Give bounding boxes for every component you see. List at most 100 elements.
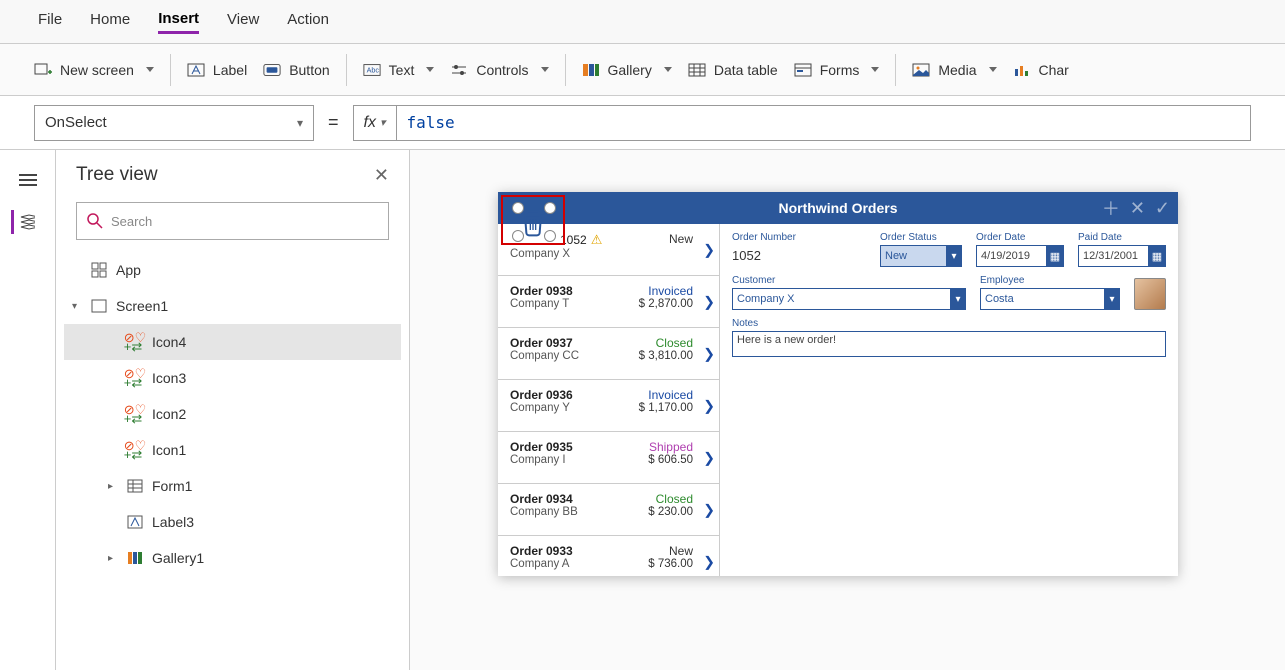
canvas-area[interactable]: Northwind Orders ＋ ✕ ✓ 1052⚠NewCompany X… <box>410 150 1285 670</box>
app-icon <box>90 261 108 279</box>
order-number: Order 0937 <box>510 336 573 350</box>
app-preview: Northwind Orders ＋ ✕ ✓ 1052⚠NewCompany X… <box>498 192 1178 576</box>
order-detail-form: Order Number 1052 Order Status New ▾ Ord… <box>720 224 1178 576</box>
order-date-input[interactable]: 4/19/2019 ▦ <box>976 245 1064 267</box>
order-number: Order 0938 <box>510 284 573 298</box>
ribbon-charts-button[interactable]: Char <box>1013 61 1069 79</box>
expand-icon[interactable]: ▸ <box>108 481 118 492</box>
label-icon <box>187 61 205 79</box>
hamburger-icon[interactable] <box>16 168 40 192</box>
chevron-right-icon[interactable]: ❯ <box>703 553 715 570</box>
tv-node-label: Icon4 <box>152 334 186 350</box>
ribbon-label-text: Label <box>213 62 247 78</box>
menu-home[interactable]: Home <box>90 11 130 32</box>
tv-node-label: Icon1 <box>152 442 186 458</box>
search-placeholder: Search <box>111 214 152 229</box>
tv-node-label: Label3 <box>152 514 194 530</box>
charts-icon <box>1013 61 1031 79</box>
ribbon-datatable-button[interactable]: Data table <box>688 61 778 79</box>
treeview-tab-icon[interactable] <box>11 210 35 234</box>
chevron-right-icon[interactable]: ❯ <box>703 501 715 518</box>
controls-icon <box>450 61 468 79</box>
order-company: Company A <box>510 558 569 570</box>
text-icon: Abc <box>363 61 381 79</box>
tv-node-form1[interactable]: ▸Form1 <box>64 468 401 504</box>
customer-dropdown[interactable]: Company X ▾ <box>732 288 966 310</box>
table-icon <box>688 61 706 79</box>
paid-date-value: 12/31/2001 <box>1083 250 1138 262</box>
confirm-icon[interactable]: ✓ <box>1155 198 1170 219</box>
left-rail <box>0 150 56 670</box>
ribbon-text-button[interactable]: Abc Text <box>363 61 435 79</box>
order-company: Company Y <box>510 402 570 414</box>
notes-input[interactable]: Here is a new order! <box>732 331 1166 357</box>
tv-node-icon4[interactable]: ⊘♡+⇄Icon4 <box>64 324 401 360</box>
order-date-value: 4/19/2019 <box>981 250 1030 262</box>
close-icon[interactable]: ✕ <box>374 165 389 186</box>
warning-icon: ⚠ <box>591 232 603 247</box>
chevron-down-icon: ▾ <box>950 288 966 310</box>
chevron-right-icon[interactable]: ❯ <box>703 449 715 466</box>
chevron-right-icon[interactable]: ❯ <box>703 241 715 258</box>
order-number: Order 0934 <box>510 492 573 506</box>
ribbon-forms-button[interactable]: Forms <box>794 61 880 79</box>
tv-node-screen1[interactable]: ▾ Screen1 <box>64 288 401 324</box>
order-status-dropdown[interactable]: New ▾ <box>880 245 962 267</box>
order-status: Invoiced <box>648 284 707 298</box>
cancel-icon[interactable]: ✕ <box>1130 198 1145 219</box>
order-price: $ 736.00 <box>648 558 707 570</box>
property-dropdown[interactable]: OnSelect ▾ <box>34 105 314 141</box>
formula-input[interactable]: false <box>396 105 1252 141</box>
tv-node-gallery1[interactable]: ▸Gallery1 <box>64 540 401 576</box>
order-list[interactable]: 1052⚠NewCompany X❯Order 0938InvoicedComp… <box>498 224 720 576</box>
ribbon-forms-label: Forms <box>820 62 860 78</box>
ribbon-controls-button[interactable]: Controls <box>450 61 548 79</box>
order-company: Company BB <box>510 506 578 518</box>
chevron-right-icon[interactable]: ❯ <box>703 293 715 310</box>
ribbon-text-label: Text <box>389 62 415 78</box>
treeview-search[interactable]: Search <box>76 202 389 240</box>
order-list-item[interactable]: Order 0935ShippedCompany I$ 606.50❯ <box>498 432 719 484</box>
order-price: $ 230.00 <box>648 506 707 518</box>
employee-dropdown[interactable]: Costa ▾ <box>980 288 1120 310</box>
lbl-ordernumber: Order Number <box>732 232 866 243</box>
chevron-right-icon[interactable]: ❯ <box>703 345 715 362</box>
new-screen-button[interactable]: New screen <box>34 61 154 79</box>
button-icon <box>263 61 281 79</box>
add-order-icon[interactable]: ＋ <box>1102 195 1120 221</box>
order-list-item[interactable]: Order 0933NewCompany A$ 736.00❯ <box>498 536 719 576</box>
paid-date-input[interactable]: 12/31/2001 ▦ <box>1078 245 1166 267</box>
lbl-notes: Notes <box>732 318 1166 329</box>
collapse-icon[interactable]: ▾ <box>72 301 82 312</box>
tv-node-label3[interactable]: Label3 <box>64 504 401 540</box>
ribbon-media-button[interactable]: Media <box>912 61 996 79</box>
app-titlebar: Northwind Orders ＋ ✕ ✓ <box>498 192 1178 224</box>
order-list-item[interactable]: Order 0934ClosedCompany BB$ 230.00❯ <box>498 484 719 536</box>
tv-node-icon1[interactable]: ⊘♡+⇄Icon1 <box>64 432 401 468</box>
order-list-item[interactable]: Order 0938InvoicedCompany T$ 2,870.00❯ <box>498 276 719 328</box>
ribbon-label-button[interactable]: Label <box>187 61 247 79</box>
tv-node-icon2[interactable]: ⊘♡+⇄Icon2 <box>64 396 401 432</box>
ribbon-gallery-button[interactable]: Gallery <box>582 61 672 79</box>
tv-node-app[interactable]: App <box>64 252 401 288</box>
expand-icon[interactable]: ▸ <box>108 553 118 564</box>
tv-node-icon3[interactable]: ⊘♡+⇄Icon3 <box>64 360 401 396</box>
chevron-right-icon[interactable]: ❯ <box>703 397 715 414</box>
menu-file[interactable]: File <box>38 11 62 32</box>
order-company: Company CC <box>510 350 579 362</box>
ribbon-button[interactable]: Button <box>263 61 329 79</box>
menu-bar: File Home Insert View Action <box>0 0 1285 44</box>
order-number: Order 0936 <box>510 388 573 402</box>
order-list-item[interactable]: Order 0937ClosedCompany CC$ 3,810.00❯ <box>498 328 719 380</box>
screen-add-icon <box>34 61 52 79</box>
order-status-value: New <box>885 250 907 262</box>
calendar-icon: ▦ <box>1148 245 1166 267</box>
menu-insert[interactable]: Insert <box>158 10 199 34</box>
fx-label[interactable]: fx ▾ <box>353 105 396 141</box>
order-list-item[interactable]: Order 0936InvoicedCompany Y$ 1,170.00❯ <box>498 380 719 432</box>
form-icon <box>126 477 144 495</box>
menu-action[interactable]: Action <box>287 11 329 32</box>
menu-view[interactable]: View <box>227 11 259 32</box>
equals-label: = <box>328 112 339 133</box>
order-price: $ 1,170.00 <box>639 402 707 414</box>
